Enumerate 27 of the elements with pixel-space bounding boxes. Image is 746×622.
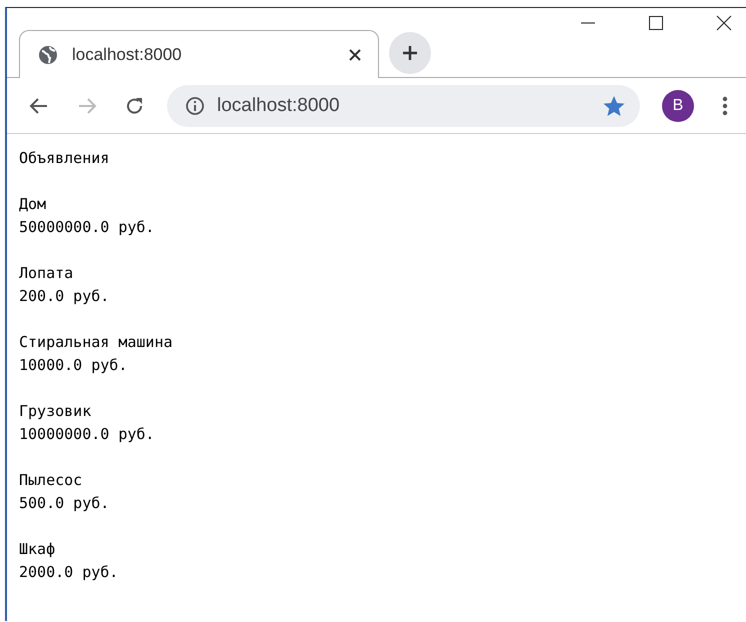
page-heading: Объявления xyxy=(19,148,110,169)
listing-name: Дом xyxy=(19,194,48,215)
listing-name: Шкаф xyxy=(19,539,56,560)
listing-price: 50000000.0 руб. xyxy=(19,217,156,238)
address-bar[interactable]: localhost:8000 xyxy=(167,84,640,126)
listing-name: Пылесос xyxy=(19,470,84,491)
listing-name: Грузовик xyxy=(19,401,92,422)
close-icon[interactable] xyxy=(716,15,732,31)
menu-icon[interactable] xyxy=(722,96,728,116)
maximize-icon[interactable] xyxy=(648,15,664,31)
globe-icon xyxy=(38,44,58,64)
back-arrow-icon[interactable] xyxy=(29,96,49,116)
listing-price: 10000000.0 руб. xyxy=(19,424,156,445)
listing-name: Лопата xyxy=(19,263,74,284)
new-tab-button[interactable] xyxy=(389,32,431,74)
plus-icon xyxy=(401,44,419,62)
listing-price: 200.0 руб. xyxy=(19,286,110,307)
profile-avatar[interactable]: B xyxy=(662,90,694,122)
listing-price: 2000.0 руб. xyxy=(19,562,120,583)
browser-tab[interactable]: localhost:8000 xyxy=(19,30,379,78)
listing-price: 500.0 руб. xyxy=(19,493,110,514)
close-icon[interactable] xyxy=(348,48,362,62)
listing-name: Стиральная машина xyxy=(19,332,174,353)
listing-price: 10000.0 руб. xyxy=(19,355,128,376)
star-icon[interactable] xyxy=(602,94,626,118)
info-icon xyxy=(185,96,205,116)
reload-icon[interactable] xyxy=(125,96,145,116)
